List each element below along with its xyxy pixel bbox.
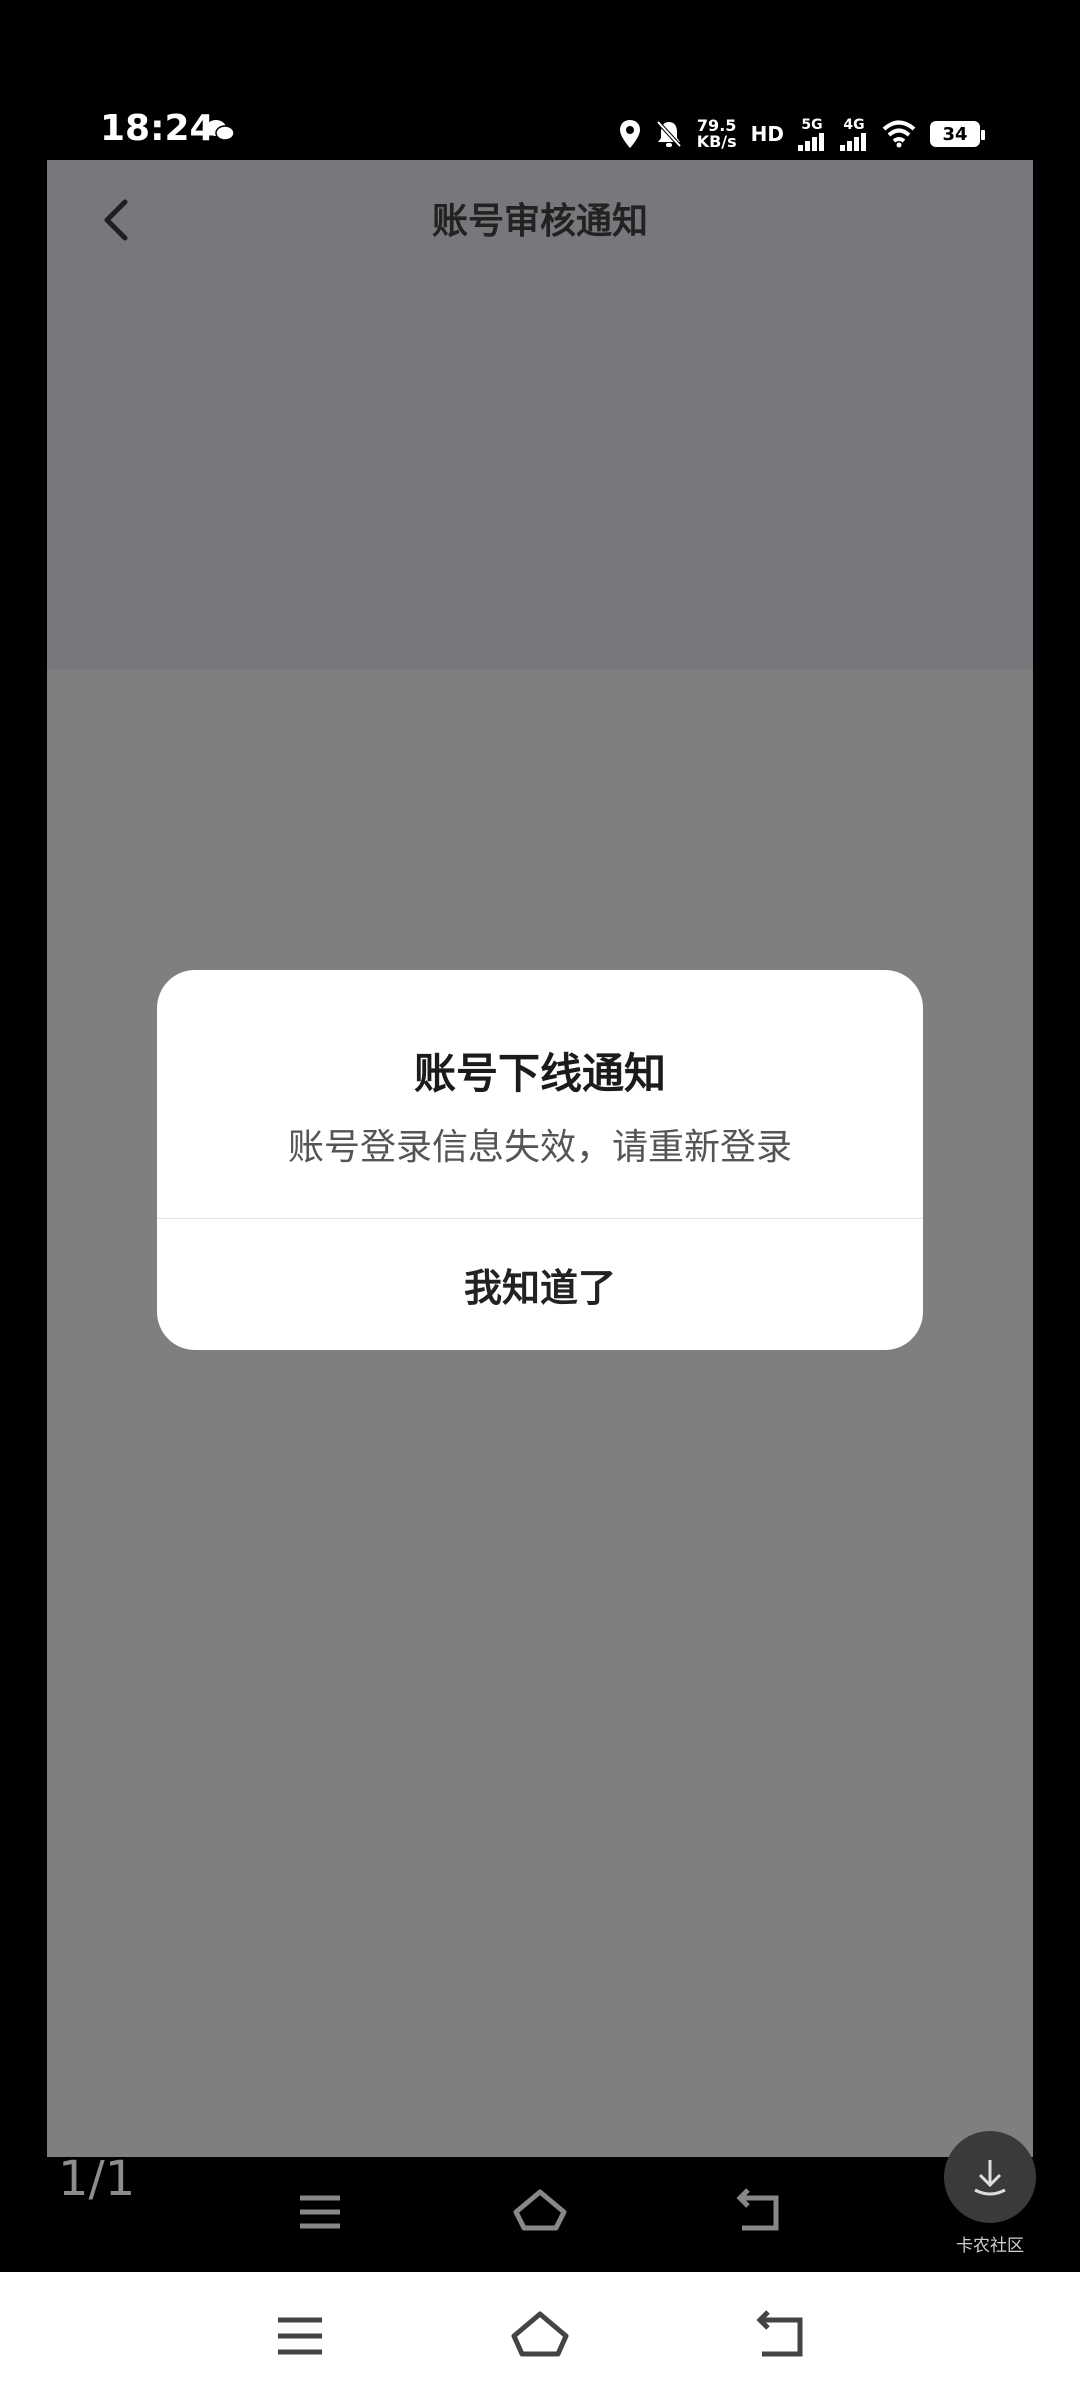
menu-icon[interactable] xyxy=(290,2182,350,2242)
download-label: 卡农社区 xyxy=(956,2236,1024,2256)
home-icon[interactable] xyxy=(510,2182,570,2242)
net-speed-unit: KB/s xyxy=(696,132,737,151)
wechat-icon xyxy=(206,120,235,141)
menu-icon[interactable] xyxy=(270,2306,330,2366)
wifi-icon xyxy=(882,120,916,148)
app-frame: 账号审核通知 账号下线通知 账号登录信息失效，请重新登录 我知道了 xyxy=(47,160,1033,2157)
hd-badge: HD xyxy=(750,122,784,146)
status-icons: 79.5 KB/s HD 5G 4G 34 xyxy=(619,112,985,156)
mute-icon xyxy=(656,120,682,148)
nav-bar: 账号审核通知 xyxy=(47,160,1033,280)
confirm-button[interactable]: 我知道了 xyxy=(157,1219,923,1350)
signal-icon xyxy=(798,133,824,151)
home-icon[interactable] xyxy=(510,2306,570,2366)
back-icon[interactable] xyxy=(752,2306,812,2366)
back-icon[interactable] xyxy=(730,2182,790,2242)
status-bar: 18:24 79.5 KB/s HD 5G 4G 34 xyxy=(0,0,1080,160)
viewer-nav-bar: 1/1 卡农社区 xyxy=(0,2131,1080,2272)
logout-dialog: 账号下线通知 账号登录信息失效，请重新登录 我知道了 xyxy=(157,970,923,1350)
sim2-label: 4G xyxy=(843,117,865,133)
dialog-message: 账号登录信息失效，请重新登录 xyxy=(287,1127,792,1168)
location-icon xyxy=(619,120,640,148)
dialog-title: 账号下线通知 xyxy=(413,1049,666,1098)
page-title: 账号审核通知 xyxy=(431,201,648,242)
page-counter: 1/1 xyxy=(58,2151,136,2207)
download-icon xyxy=(974,2160,1006,2196)
system-nav-bar xyxy=(0,2272,1080,2400)
sim2-signal: 4G xyxy=(840,117,868,151)
battery-icon: 34 xyxy=(930,121,985,147)
sim1-label: 5G xyxy=(801,117,823,133)
status-time: 18:24 xyxy=(100,108,215,149)
download-button[interactable] xyxy=(944,2131,1036,2223)
battery-level: 34 xyxy=(942,123,968,145)
net-speed: 79.5 KB/s xyxy=(697,118,737,150)
signal-icon xyxy=(840,133,866,151)
sim1-signal: 5G xyxy=(798,117,826,151)
